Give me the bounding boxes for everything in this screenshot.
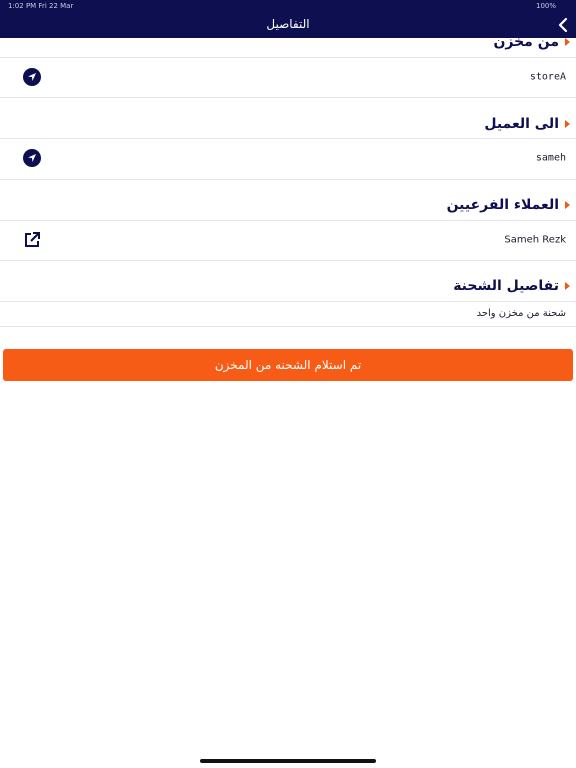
page-title: التفاصيل — [266, 17, 310, 31]
status-time: 1:02 PM Fri 22 Mar — [8, 2, 74, 10]
home-indicator[interactable] — [200, 759, 376, 763]
status-battery: 100% — [535, 2, 556, 10]
app-header: 1:02 PM Fri 22 Mar 100% التفاصيل — [0, 0, 576, 38]
navigation-arrow-icon[interactable] — [23, 149, 41, 167]
divider — [0, 301, 576, 302]
open-external-icon[interactable] — [23, 231, 41, 249]
section-title-shipment-details: تفاصيل الشحنة — [453, 278, 570, 294]
section-title-to-customer: الى العميل — [484, 116, 570, 132]
section-title-text: تفاصيل الشحنة — [453, 278, 559, 294]
section-marker-icon — [565, 282, 570, 290]
confirm-received-button[interactable]: تم استلام الشحنه من المخزن — [3, 349, 573, 381]
store-name: storeA — [529, 71, 566, 83]
divider — [0, 260, 576, 261]
section-title-text: الى العميل — [484, 116, 559, 132]
section-marker-icon — [565, 201, 570, 209]
chevron-left-icon — [558, 17, 568, 33]
section-title-text: العملاء الفرعيين — [446, 197, 559, 213]
shipment-details-text: شحنة من مخزن واحد — [476, 308, 566, 319]
list-item-store[interactable]: storeA — [0, 57, 576, 97]
section-title-from-store: من مخزن — [493, 34, 570, 50]
customer-name: sameh — [535, 152, 566, 164]
back-button[interactable] — [556, 16, 570, 34]
divider — [0, 179, 576, 180]
divider — [0, 326, 576, 327]
list-item-customer[interactable]: sameh — [0, 138, 576, 178]
section-marker-icon — [565, 120, 570, 128]
section-marker-icon — [565, 38, 570, 46]
section-title-sub-customers: العملاء الفرعيين — [447, 197, 570, 213]
navigation-arrow-icon[interactable] — [23, 68, 41, 86]
sub-customer-name: Sameh Rezk — [504, 234, 566, 246]
status-bar: 1:02 PM Fri 22 Mar 100% — [0, 0, 576, 12]
divider — [0, 97, 576, 98]
list-item-sub-customer[interactable]: Sameh Rezk — [0, 220, 576, 260]
section-title-text: من مخزن — [493, 34, 559, 50]
